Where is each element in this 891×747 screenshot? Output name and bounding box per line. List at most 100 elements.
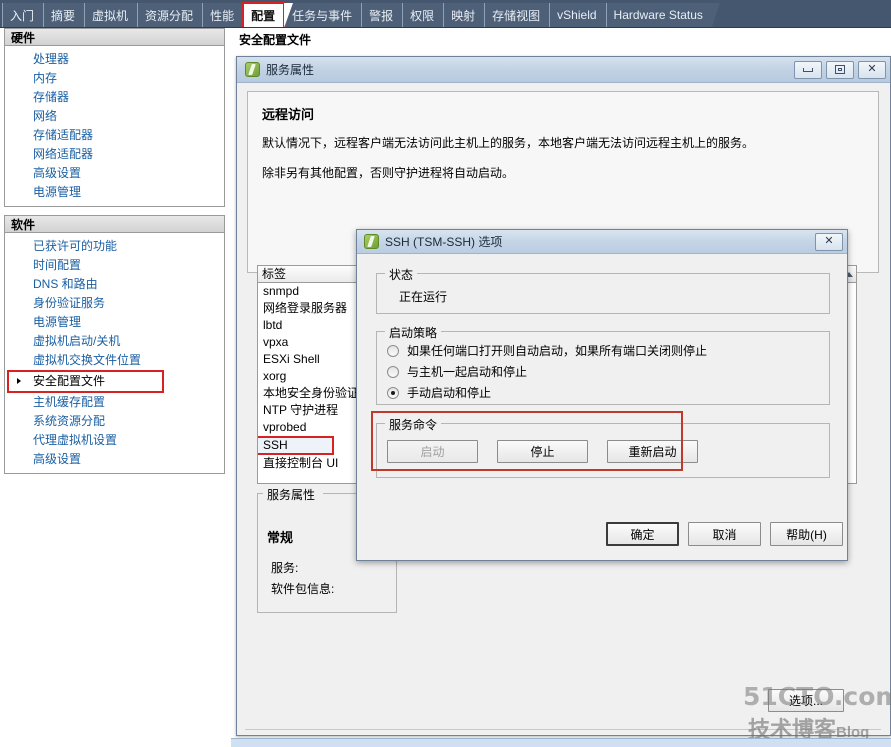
startup-policy-option-label: 如果任何端口打开则自动启动，如果所有端口关闭则停止 (407, 344, 708, 358)
sidebar-item-label: 网络适配器 (33, 147, 94, 161)
sidebar-item-software-7[interactable]: 安全配置文件 (7, 370, 164, 393)
sidebar-item-software-9[interactable]: 系统资源分配 (5, 412, 224, 431)
tab-label: 入门 (10, 8, 35, 23)
tab-12[interactable]: Hardware Status (605, 3, 722, 27)
ssh-dialog-title: SSH (TSM-SSH) 选项 (385, 235, 503, 249)
window-bottom-edge (231, 738, 891, 747)
sidebar-item-label: 身份验证服务 (33, 296, 106, 310)
sidebar-item-label: 主机缓存配置 (33, 395, 106, 409)
service-list-row-label: xorg (263, 369, 287, 383)
tab-label: 映射 (451, 8, 476, 23)
sidebar-item-software-11[interactable]: 高级设置 (5, 450, 224, 469)
sidebar-item-hardware-2[interactable]: 存储器 (5, 88, 224, 107)
radio-button-icon[interactable] (387, 386, 399, 399)
options-button[interactable]: 选项... (768, 689, 844, 712)
radio-button-icon[interactable] (387, 344, 399, 357)
service-list-row-label: 网络登录服务器 (263, 301, 348, 315)
software-panel: 软件 已获许可的功能时间配置 DNS 和路由 身份验证服务 电源管理虚拟机启动/关机虚… (4, 215, 225, 474)
service-list-row-label: lbtd (263, 318, 283, 332)
selection-arrow-icon (17, 378, 21, 384)
tab-8[interactable]: 权限 (402, 3, 453, 27)
tab-11[interactable]: vShield (549, 3, 615, 27)
service-list-row-label: snmpd (263, 284, 300, 298)
sidebar-item-hardware-6[interactable]: 高级设置 (5, 164, 224, 183)
tab-2[interactable]: 虚拟机 (84, 3, 147, 27)
service-list-row-label: 直接控制台 UI (263, 456, 339, 470)
hardware-panel: 硬件 处理器内存存储器 网络存储适配器网络适配器高级设置 电源管理 (4, 28, 225, 207)
ssh-dialog-help-button[interactable]: 帮助(H) (770, 522, 843, 546)
sidebar-item-label: 安全配置文件 (33, 374, 106, 388)
sidebar-item-software-4[interactable]: 电源管理 (5, 313, 224, 332)
tab-bar: 入门 摘要 虚拟机 资源分配 性能 配置 任务与事件 警报 权限 映射 存储视图 vShield Har… (0, 0, 891, 28)
tab-9[interactable]: 映射 (443, 3, 494, 27)
sidebar-item-label: 存储适配器 (33, 128, 94, 142)
service-commands-legend: 服务命令 (385, 416, 442, 433)
service-list-row-label: vprobed (263, 420, 307, 434)
service-properties-title: 服务属性 (266, 63, 315, 77)
service-command-button-1[interactable]: 停止 (497, 440, 588, 463)
service-list-row-label: ESXi Shell (263, 352, 320, 366)
left-config-panel: 硬件 处理器 内存 存储器 网络 存储适配器 网络适配器 高级设置 电源管理 软件 已获许可的… (0, 28, 229, 747)
service-list-row[interactable]: SSH (258, 436, 334, 455)
minimize-icon (803, 67, 813, 72)
startup-policy-option-label: 与主机一起启动和停止 (407, 365, 528, 379)
sidebar-item-hardware-3[interactable]: 网络 (5, 107, 224, 126)
tab-10[interactable]: 存储视图 (484, 3, 559, 27)
tab-label: Hardware Status (613, 8, 703, 22)
radio-button-icon[interactable] (387, 365, 399, 378)
tab-label: 摘要 (51, 8, 76, 23)
ssh-dialog-titlebar[interactable]: SSH (TSM-SSH) 选项 ✕ (357, 230, 847, 254)
sidebar-item-hardware-1[interactable]: 内存 (5, 69, 224, 88)
tab-label: vShield (557, 8, 597, 22)
ssh-dialog-ok-button[interactable]: 确定 (606, 522, 679, 546)
startup-policy-option-0[interactable]: 如果任何端口打开则自动启动，如果所有端口关闭则停止 (377, 340, 829, 361)
sidebar-item-hardware-5[interactable]: 网络适配器 (5, 145, 224, 164)
sidebar-item-label: 时间配置 (33, 258, 82, 272)
sidebar-item-software-5[interactable]: 虚拟机启动/关机 (5, 332, 224, 351)
state-legend: 状态 (385, 266, 418, 283)
sidebar-item-label: DNS 和路由 (33, 277, 98, 291)
sidebar-item-software-8[interactable]: 主机缓存配置 (5, 393, 224, 412)
ssh-dialog-cancel-button[interactable]: 取消 (688, 522, 761, 546)
tab-0[interactable]: 入门 (2, 3, 53, 27)
sidebar-item-label: 内存 (33, 71, 58, 85)
sidebar-item-software-0[interactable]: 已获许可的功能 (5, 237, 224, 256)
sidebar-item-hardware-0[interactable]: 处理器 (5, 50, 224, 69)
package-info-label: 软件包信息: (271, 582, 335, 596)
hardware-panel-title: 硬件 (4, 28, 225, 46)
vmware-app-icon (245, 62, 260, 77)
sidebar-item-software-10[interactable]: 代理虚拟机设置 (5, 431, 224, 450)
software-panel-title: 软件 (4, 215, 225, 233)
service-list-row-label: vpxa (263, 335, 289, 349)
close-button[interactable]: ✕ (858, 60, 886, 79)
page-title: 安全配置文件 (239, 33, 312, 47)
sidebar-item-label: 电源管理 (33, 315, 82, 329)
sidebar-item-software-3[interactable]: 身份验证服务 (5, 294, 224, 313)
tab-3[interactable]: 资源分配 (137, 3, 212, 27)
sidebar-item-label: 虚拟机启动/关机 (33, 334, 121, 348)
minimize-button[interactable] (794, 60, 822, 79)
tab-1[interactable]: 摘要 (43, 3, 94, 27)
maximize-button[interactable] (826, 60, 854, 79)
startup-policy-option-label: 手动启动和停止 (407, 386, 492, 400)
state-fieldset: 状态 正在运行 (376, 266, 830, 314)
tab-6[interactable]: 任务与事件 (284, 3, 371, 27)
startup-policy-option-1[interactable]: 与主机一起启动和停止 (377, 361, 829, 382)
sidebar-item-hardware-4[interactable]: 存储适配器 (5, 126, 224, 145)
service-properties-titlebar[interactable]: 服务属性 ✕ (237, 57, 890, 83)
sidebar-item-software-6[interactable]: 虚拟机交换文件位置 (5, 351, 224, 370)
sidebar-item-label: 处理器 (33, 52, 70, 66)
startup-policy-option-2[interactable]: 手动启动和停止 (377, 382, 829, 403)
tab-5[interactable]: 配置 (242, 2, 294, 27)
tab-4[interactable]: 性能 (202, 3, 253, 27)
ssh-options-dialog: SSH (TSM-SSH) 选项 ✕ 状态 正在运行 启动策略 如果任何端口打开… (356, 229, 848, 561)
sidebar-item-software-1[interactable]: 时间配置 (5, 256, 224, 275)
general-heading: 常规 (267, 530, 294, 545)
startup-policy-legend: 启动策略 (385, 324, 442, 341)
service-command-button-2[interactable]: 重新启动 (607, 440, 698, 463)
sidebar-item-software-2[interactable]: DNS 和路由 (5, 275, 224, 294)
hardware-item-list: 处理器内存存储器 网络存储适配器网络适配器高级设置 电源管理 (4, 46, 225, 207)
tab-7[interactable]: 警报 (361, 3, 412, 27)
ssh-dialog-close-button[interactable]: ✕ (815, 232, 843, 251)
sidebar-item-hardware-7[interactable]: 电源管理 (5, 183, 224, 202)
